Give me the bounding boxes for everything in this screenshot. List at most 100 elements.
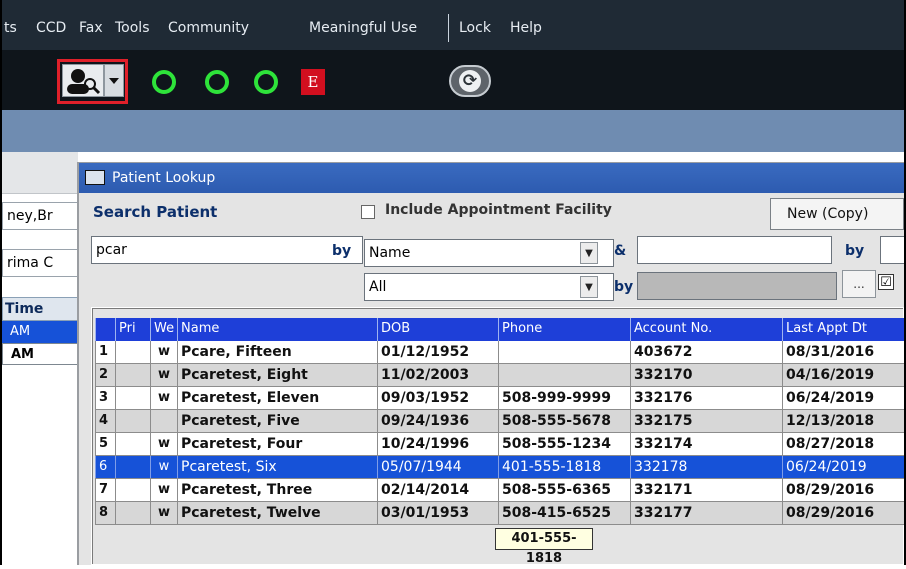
background-provider-field[interactable]: rima C	[2, 249, 78, 277]
chevron-down-icon[interactable]: ▼	[580, 276, 598, 298]
appointment-row[interactable]: AM	[2, 321, 78, 343]
last-appt-cell: 06/24/2019	[782, 387, 904, 409]
pri-cell	[115, 433, 150, 455]
menu-item-tools[interactable]: Tools	[115, 20, 150, 36]
table-row[interactable]: 2 w Pcaretest, Eight 11/02/2003 332170 04/16/…	[95, 364, 904, 387]
row-number-cell: 8	[95, 502, 115, 524]
we-cell: w	[150, 433, 177, 455]
ellipsis-button[interactable]: ...	[842, 270, 876, 298]
menu-separator	[448, 14, 449, 42]
phone-tooltip: 401-555-1818	[495, 528, 593, 566]
menu-item-reports[interactable]: ts	[4, 20, 17, 36]
name-cell: Pcaretest, Eleven	[177, 387, 377, 409]
phone-cell	[498, 364, 630, 386]
phone-cell: 401-555-1818	[498, 456, 630, 478]
menu-item-help[interactable]: Help	[510, 20, 542, 36]
search-by-select[interactable]: Name	[364, 239, 614, 267]
background-header-strip	[2, 152, 78, 194]
name-cell: Pcaretest, Five	[177, 410, 377, 432]
account-no-cell: 332175	[630, 410, 782, 432]
table-row[interactable]: 8 w Pcaretest, Twelve 03/01/1953 508-415-652…	[95, 502, 904, 525]
row-number-cell: 1	[95, 341, 115, 363]
status-indicator-icon[interactable]	[152, 70, 176, 94]
row-number-cell: 4	[95, 410, 115, 432]
pri-cell	[115, 479, 150, 501]
last-appt-cell: 08/29/2016	[782, 502, 904, 524]
phone-cell	[498, 341, 630, 363]
table-row[interactable]: 5 w Pcaretest, Four 10/24/1996 508-555-1234 3…	[95, 433, 904, 456]
we-cell	[150, 410, 177, 432]
we-cell: w	[150, 502, 177, 524]
dob-cell: 10/24/1996	[377, 433, 498, 455]
phone-cell: 508-555-1234	[498, 433, 630, 455]
pri-cell	[115, 456, 150, 478]
status-indicator-icon[interactable]	[254, 70, 278, 94]
option-checkbox[interactable]: ☑	[878, 274, 894, 290]
window-icon	[85, 170, 105, 185]
include-facility-checkbox[interactable]	[361, 205, 375, 219]
table-row[interactable]: 4 Pcaretest, Five 09/24/1936 508-555-5678 33…	[95, 410, 904, 433]
table-row[interactable]: 6 w Pcaretest, Six 05/07/1944 401-555-1818 33…	[95, 456, 904, 479]
appointment-row[interactable]: AM	[2, 343, 78, 365]
column-header-we[interactable]: We	[150, 318, 177, 341]
column-header-row-number[interactable]	[95, 318, 115, 341]
menu-item-lock[interactable]: Lock	[459, 20, 491, 36]
row-number-cell: 5	[95, 433, 115, 455]
include-facility-label: Include Appointment Facility	[385, 202, 612, 218]
name-cell: Pcare, Fifteen	[177, 341, 377, 363]
column-header-account-no[interactable]: Account No.	[630, 318, 782, 341]
column-header-phone[interactable]: Phone	[498, 318, 630, 341]
status-indicator-icon[interactable]	[205, 70, 229, 94]
dob-cell: 09/03/1952	[377, 387, 498, 409]
dialog-title: Patient Lookup	[112, 170, 216, 186]
account-no-cell: 332178	[630, 456, 782, 478]
column-header-last-appt-dt[interactable]: Last Appt Dt	[782, 318, 904, 341]
dob-cell: 03/01/1953	[377, 502, 498, 524]
phone-cell: 508-555-5678	[498, 410, 630, 432]
last-appt-cell: 06/24/2019	[782, 456, 904, 478]
column-header-pri[interactable]: Pri	[115, 318, 150, 341]
filter-select[interactable]: All	[364, 273, 614, 301]
last-appt-cell: 04/16/2019	[782, 364, 904, 386]
table-row[interactable]: 3 w Pcaretest, Eleven 09/03/1952 508-999-999…	[95, 387, 904, 410]
account-no-cell: 332171	[630, 479, 782, 501]
menu-item-community[interactable]: Community	[168, 20, 249, 36]
second-search-input[interactable]	[637, 236, 832, 264]
refresh-icon[interactable]: ⟳	[459, 70, 481, 92]
name-cell: Pcaretest, Six	[177, 456, 377, 478]
pri-cell	[115, 341, 150, 363]
dob-cell: 09/24/1936	[377, 410, 498, 432]
menu-item-ccd[interactable]: CCD	[36, 20, 66, 36]
chevron-down-icon[interactable]	[104, 64, 124, 97]
name-cell: Pcaretest, Four	[177, 433, 377, 455]
we-cell: w	[150, 456, 177, 478]
by-label: by	[332, 243, 352, 259]
e-prescribe-icon[interactable]: E	[301, 69, 325, 95]
table-row[interactable]: 1 w Pcare, Fifteen 01/12/1952 403672 08/31/20…	[95, 341, 904, 364]
column-header-name[interactable]: Name	[177, 318, 377, 341]
table-row[interactable]: 7 w Pcaretest, Three 02/14/2014 508-555-6365…	[95, 479, 904, 502]
search-input[interactable]: pcar	[91, 236, 363, 264]
pri-cell	[115, 410, 150, 432]
column-header-dob[interactable]: DOB	[377, 318, 498, 341]
row-number-cell: 7	[95, 479, 115, 501]
account-no-cell: 332170	[630, 364, 782, 386]
header-band	[2, 110, 904, 152]
time-column-header[interactable]: Time	[2, 297, 78, 321]
menu-bar: ts CCD Fax Tools Community Meaningful Us…	[2, 0, 904, 50]
phone-cell: 508-415-6525	[498, 502, 630, 524]
account-no-cell: 332177	[630, 502, 782, 524]
last-appt-cell: 08/31/2016	[782, 341, 904, 363]
background-name-field[interactable]: ney,Br	[2, 202, 78, 230]
last-appt-cell: 08/27/2018	[782, 433, 904, 455]
last-appt-cell: 08/29/2016	[782, 479, 904, 501]
menu-item-meaningful-use[interactable]: Meaningful Use	[309, 20, 417, 36]
row-number-cell: 3	[95, 387, 115, 409]
user-search-icon[interactable]	[62, 64, 104, 97]
chevron-down-icon[interactable]: ▼	[580, 242, 598, 264]
new-copy-button[interactable]: New (Copy)	[770, 198, 904, 230]
menu-item-fax[interactable]: Fax	[79, 20, 103, 36]
row-number-cell: 2	[95, 364, 115, 386]
second-search-by-select[interactable]	[880, 236, 904, 264]
phone-cell: 508-999-9999	[498, 387, 630, 409]
